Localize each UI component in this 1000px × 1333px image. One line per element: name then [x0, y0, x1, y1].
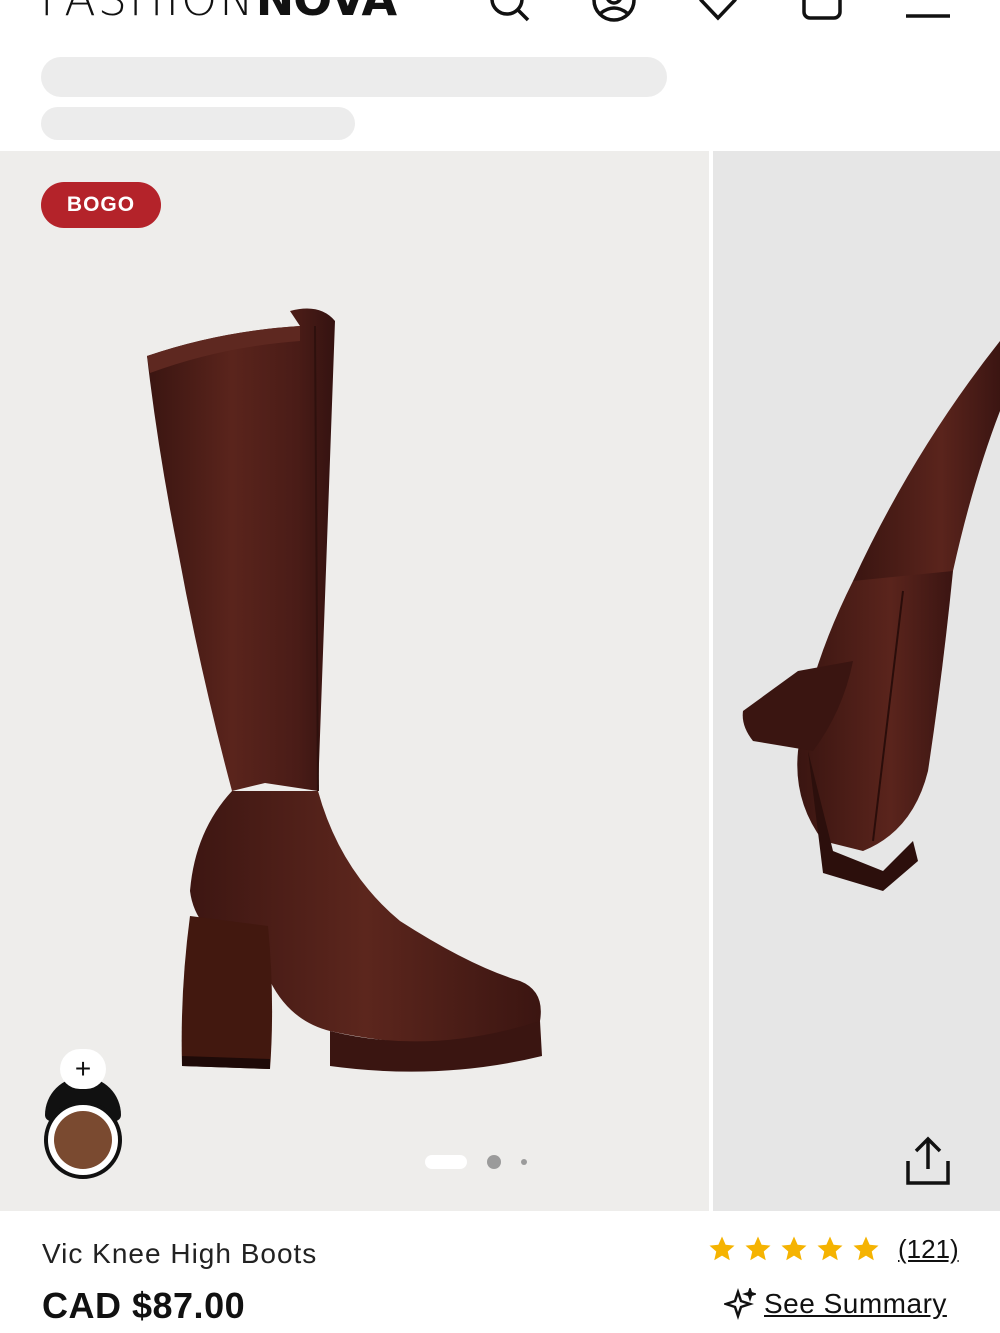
rating-stars[interactable] [706, 1234, 882, 1264]
logo-light-text: FASHION [40, 0, 256, 26]
pagination-dot[interactable] [521, 1159, 527, 1165]
add-swatch-icon[interactable]: + [60, 1049, 106, 1089]
see-summary-link[interactable]: See Summary [724, 1288, 947, 1320]
bogo-badge: BOGO [41, 182, 161, 228]
review-count-link[interactable]: (121) [898, 1234, 959, 1265]
swatch-color-fill [54, 1111, 112, 1169]
logo-bold-text: NOVA [256, 0, 397, 26]
menu-icon[interactable] [902, 0, 952, 28]
product-image-gallery[interactable]: BOGO + [0, 151, 1000, 1211]
product-image-main[interactable]: BOGO + [0, 151, 709, 1211]
product-price: CAD $87.00 [42, 1285, 246, 1326]
star-icon [817, 1236, 843, 1261]
color-swatch[interactable] [44, 1101, 122, 1179]
account-icon[interactable] [589, 0, 639, 28]
wishlist-heart-icon[interactable] [693, 0, 743, 28]
color-swatch-selector[interactable]: + [44, 1049, 122, 1181]
product-image-next[interactable] [713, 151, 1000, 1211]
search-icon[interactable] [484, 0, 534, 28]
gallery-pagination[interactable] [425, 1154, 527, 1170]
product-title: Vic Knee High Boots [42, 1238, 318, 1269]
sparkle-icon [724, 1288, 756, 1320]
share-icon[interactable] [898, 1131, 958, 1191]
star-icon [853, 1236, 879, 1261]
star-icon [781, 1236, 807, 1261]
subtitle-placeholder [41, 107, 355, 140]
header: FASHIONNOVA [0, 0, 1000, 40]
brand-logo[interactable]: FASHIONNOVA [40, 0, 397, 26]
star-icon [709, 1236, 735, 1261]
pagination-dot-active[interactable] [425, 1155, 467, 1169]
bag-icon[interactable] [797, 0, 847, 28]
boot-worn-image [742, 341, 1000, 891]
pagination-dot[interactable] [487, 1155, 501, 1169]
star-icon [745, 1236, 771, 1261]
breadcrumb-placeholder [41, 57, 667, 97]
see-summary-label[interactable]: See Summary [764, 1288, 947, 1320]
